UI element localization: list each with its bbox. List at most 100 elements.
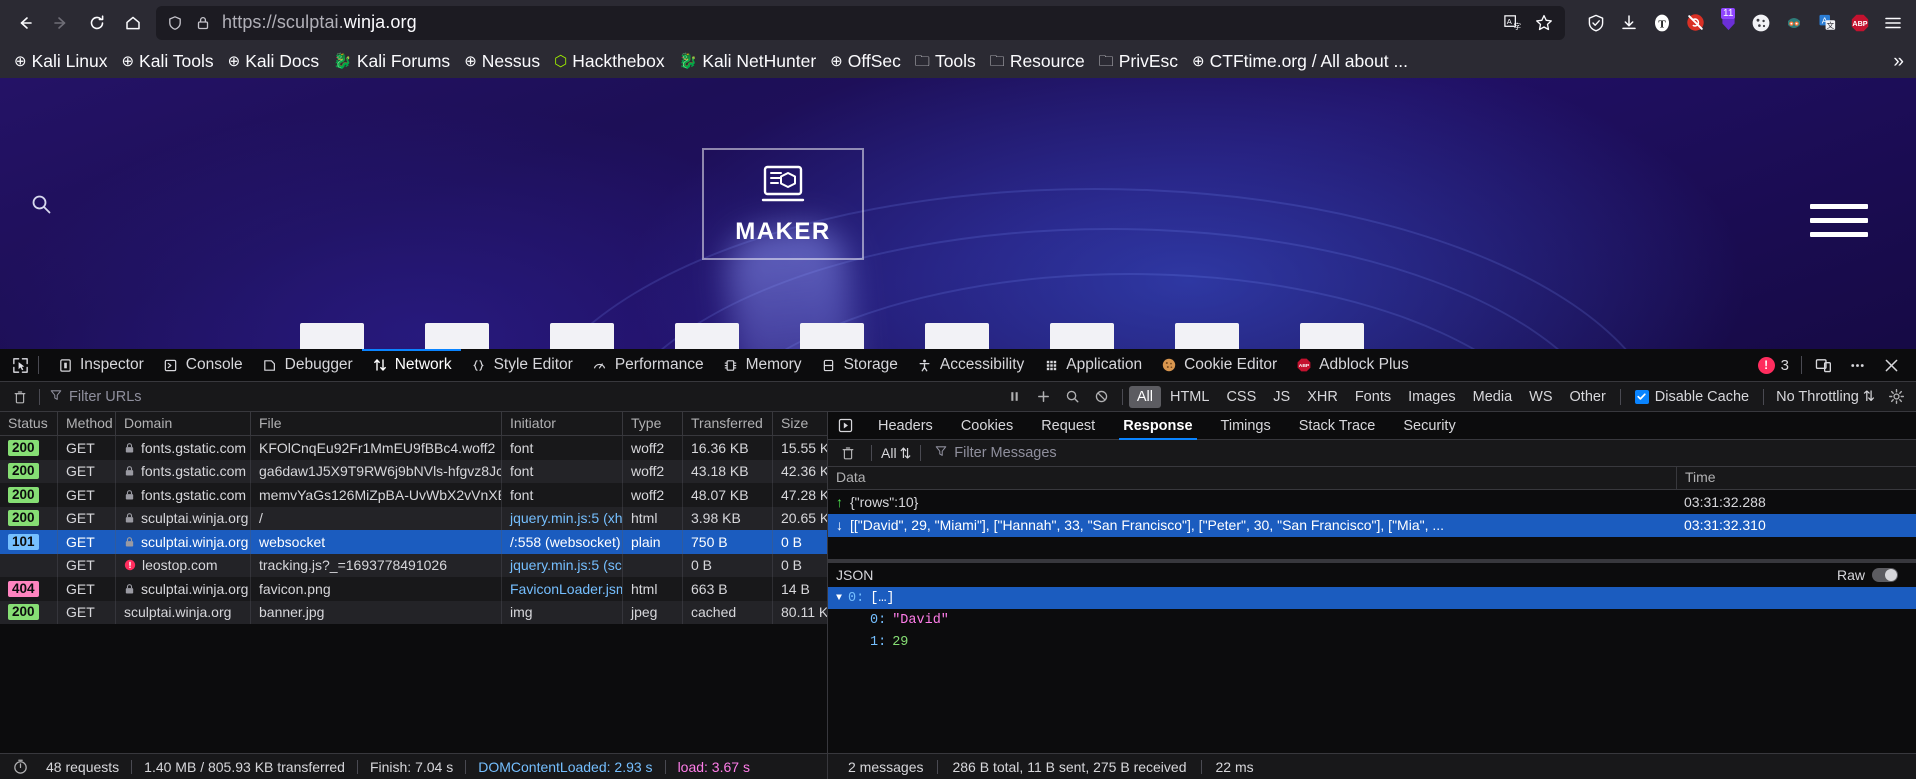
filter-media[interactable]: Media [1465,386,1521,408]
filter-images[interactable]: Images [1400,386,1464,408]
bookmark-item[interactable]: ⊕ Kali Docs [222,48,326,75]
more-options-icon[interactable] [1842,352,1872,378]
translate-icon[interactable]: A字 [1497,8,1527,38]
tab-storage[interactable]: Storage [811,349,907,382]
bookmark-item[interactable]: ⊕ CTFtime.org / All about ... [1186,48,1414,75]
hamburger-menu-icon[interactable] [1810,204,1868,237]
forward-button[interactable] [44,7,78,39]
detail-tab-headers[interactable]: Headers [864,412,947,440]
privacy-badger-icon[interactable] [1779,8,1809,38]
table-row[interactable]: 200 GET fonts.gstatic.com ga6daw1J5X9T9RW6j… [0,459,827,483]
detail-tab-timings[interactable]: Timings [1207,412,1285,440]
filter-xhr[interactable]: XHR [1299,386,1346,408]
responsive-design-mode-icon[interactable] [1808,352,1838,378]
detail-tab-stack-trace[interactable]: Stack Trace [1285,412,1390,440]
detail-tab-cookies[interactable]: Cookies [947,412,1027,440]
padlock-icon[interactable] [190,10,216,36]
tab-style-editor[interactable]: Style Editor [461,349,582,382]
bookmark-item[interactable]: 🗀 Resource [984,48,1091,75]
toggle-switch[interactable] [1872,568,1898,582]
home-button[interactable] [116,7,150,39]
json-tree-row[interactable]: 1: 29 [828,631,1916,653]
tab-inspector[interactable]: Inspector [47,349,153,382]
tab-memory[interactable]: Memory [713,349,811,382]
table-row[interactable]: 200 GET fonts.gstatic.com KFOlCnqEu92Fr1MmE… [0,436,827,460]
json-tree-row[interactable]: ▼ 0: […] [828,587,1916,609]
bookmark-item[interactable]: ⊕ Kali Linux [8,48,113,75]
message-type-select[interactable]: All ⇅ [881,445,911,462]
disclosure-triangle-icon[interactable]: ▼ [836,593,842,604]
column-type[interactable]: Type [623,412,683,435]
filter-css[interactable]: CSS [1218,386,1264,408]
ws-column-time[interactable]: Time [1676,467,1916,489]
app-menu-icon[interactable] [1878,8,1908,38]
detail-tab-security[interactable]: Security [1389,412,1469,440]
adblock-plus-icon[interactable]: ABP [1845,8,1875,38]
bookmark-item[interactable]: 🗀 PrivEsc [1093,48,1184,75]
bookmark-item[interactable]: ⬡ Hackthebox [548,48,671,75]
column-transferred[interactable]: Transferred [683,412,773,435]
tab-cookie-editor[interactable]: Cookie Editor [1151,349,1286,382]
table-row[interactable]: 404 GET sculptai.winja.org favicon.png Favic… [0,577,827,601]
noscript-icon[interactable] [1680,8,1710,38]
filter-html[interactable]: HTML [1162,386,1217,408]
close-devtools-icon[interactable] [1876,352,1906,378]
filter-urls-input[interactable]: Filter URLs [45,388,1001,406]
detail-tab-request[interactable]: Request [1027,412,1109,440]
table-row[interactable]: GET leostop.com tracking.js?_=169377849102… [0,553,827,577]
bookmark-item[interactable]: 🐉 Kali Forums [327,48,456,75]
tab-performance[interactable]: Performance [582,349,713,382]
table-row[interactable]: 200 GET sculptai.winja.org banner.jpg img jpe… [0,600,827,624]
column-size[interactable]: Size [773,412,828,435]
plus-icon[interactable] [1030,385,1058,409]
block-icon[interactable] [1088,385,1116,409]
column-initiator[interactable]: Initiator [502,412,623,435]
shield-tracking-icon[interactable] [162,10,188,36]
filter-js[interactable]: JS [1265,386,1298,408]
search-icon[interactable] [30,193,52,220]
column-domain[interactable]: Domain [116,412,251,435]
filter-other[interactable]: Other [1562,386,1614,408]
detail-tab-response[interactable]: Response [1109,412,1206,440]
bookmark-item[interactable]: ⊕ OffSec [824,48,907,75]
filter-messages-input[interactable]: Filter Messages [930,444,1910,462]
element-picker-icon[interactable] [6,352,34,378]
bookmark-item[interactable]: ⊕ Nessus [458,48,546,75]
trash-icon[interactable] [6,385,34,409]
raw-toggle[interactable]: Raw [1837,567,1908,583]
download-arrow-icon[interactable]: 11 [1713,7,1743,38]
filter-fonts[interactable]: Fonts [1347,386,1399,408]
ws-column-data[interactable]: Data [828,467,1676,489]
column-file[interactable]: File [251,412,502,435]
tab-adblock-plus[interactable]: ABP Adblock Plus [1286,349,1418,382]
column-status[interactable]: Status [0,412,58,435]
cookie-icon[interactable] [1746,8,1776,38]
pause-icon[interactable] [1001,385,1029,409]
ws-message-row[interactable]: ↑ {"rows":10} 03:31:32.288 [828,490,1916,514]
stopwatch-icon[interactable] [6,755,34,779]
json-tree-row[interactable]: 0: "David" [828,609,1916,631]
throttling-select[interactable]: No Throttling ⇅ [1770,389,1881,405]
tab-network[interactable]: Network [361,348,461,382]
ws-message-row[interactable]: ↓ [["David", 29, "Miami"], ["Hannah", 33,… [828,513,1916,537]
table-row[interactable]: 200 GET sculptai.winja.org / jquery.min.js:5… [0,506,827,530]
bookmark-item[interactable]: ⊕ Kali Tools [115,48,219,75]
bookmark-item[interactable]: 🐉 Kali NetHunter [673,48,823,75]
table-row[interactable]: 101 GET sculptai.winja.org websocket/:558 (… [0,530,827,554]
bookmark-star-icon[interactable] [1529,8,1559,38]
tab-accessibility[interactable]: Accessibility [907,349,1033,382]
shield-icon[interactable] [1581,8,1611,38]
table-row[interactable]: 200 GET fonts.gstatic.com memvYaGs126MiZpBA… [0,483,827,507]
address-bar[interactable]: https://sculptai.winja.org A字 [156,5,1565,40]
downloads-icon[interactable] [1614,8,1644,38]
bookmarks-overflow-button[interactable]: » [1887,45,1910,78]
search-icon[interactable] [1059,385,1087,409]
reload-button[interactable] [80,7,114,39]
filter-all[interactable]: All [1128,385,1161,408]
bookmark-item[interactable]: 🗀 Tools [909,48,982,75]
disable-cache-checkbox[interactable]: Disable Cache [1627,389,1757,405]
column-method[interactable]: Method [58,412,116,435]
tor-icon[interactable]: T [1647,8,1677,38]
tab-application[interactable]: Application [1033,349,1151,382]
filter-ws[interactable]: WS [1521,386,1560,408]
